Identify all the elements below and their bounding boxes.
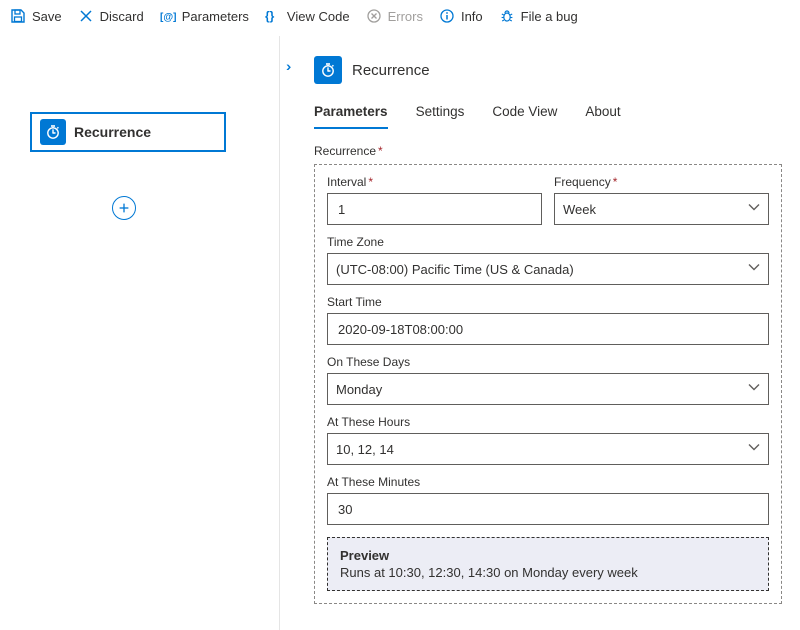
svg-text:[@]: [@] [160, 12, 176, 23]
discard-icon [78, 8, 94, 24]
info-icon [439, 8, 455, 24]
tab-settings[interactable]: Settings [416, 98, 465, 129]
discard-label: Discard [100, 9, 144, 24]
svg-text:{}: {} [265, 9, 275, 23]
interval-label: Interval* [327, 175, 542, 189]
frequency-select[interactable]: Week [554, 193, 769, 225]
save-label: Save [32, 9, 62, 24]
tab-parameters[interactable]: Parameters [314, 98, 388, 129]
chevron-down-icon [748, 442, 760, 457]
add-step-button[interactable] [112, 196, 136, 220]
timezone-label: Time Zone [327, 235, 769, 249]
recurrence-section: Interval* Frequency* Week [314, 164, 782, 604]
main-area: Recurrence ›› Recurrence Parameters Sett… [0, 36, 800, 630]
collapse-panel-button[interactable]: ›› [286, 58, 287, 74]
at-these-hours-label: At These Hours [327, 415, 769, 429]
panel-header: ›› Recurrence [314, 36, 782, 98]
info-label: Info [461, 9, 483, 24]
panel-icon [314, 56, 342, 84]
info-button[interactable]: Info [439, 8, 483, 24]
preview-box: Preview Runs at 10:30, 12:30, 14:30 on M… [327, 537, 769, 591]
save-button[interactable]: Save [10, 8, 62, 24]
panel-tabs: Parameters Settings Code View About [314, 98, 782, 130]
at-these-minutes-label: At These Minutes [327, 475, 769, 489]
toolbar: Save Discard [@] Parameters {} View Code… [0, 0, 800, 30]
save-icon [10, 8, 26, 24]
at-these-hours-select[interactable]: 10, 12, 14 [327, 433, 769, 465]
at-these-minutes-input[interactable] [327, 493, 769, 525]
on-these-days-select[interactable]: Monday [327, 373, 769, 405]
parameters-button[interactable]: [@] Parameters [160, 8, 249, 24]
parameters-icon: [@] [160, 8, 176, 24]
discard-button[interactable]: Discard [78, 8, 144, 24]
on-these-days-label: On These Days [327, 355, 769, 369]
errors-icon [366, 8, 382, 24]
chevron-down-icon [748, 262, 760, 277]
parameters-label: Parameters [182, 9, 249, 24]
bug-icon [499, 8, 515, 24]
start-time-input[interactable] [327, 313, 769, 345]
recurrence-node-icon [40, 119, 66, 145]
errors-button[interactable]: Errors [366, 8, 423, 24]
chevron-down-icon [748, 382, 760, 397]
tab-code-view[interactable]: Code View [492, 98, 557, 129]
recurrence-node-title: Recurrence [74, 124, 151, 140]
view-code-button[interactable]: {} View Code [265, 8, 350, 24]
interval-input[interactable] [327, 193, 542, 225]
frequency-label: Frequency* [554, 175, 769, 189]
preview-text: Runs at 10:30, 12:30, 14:30 on Monday ev… [340, 565, 756, 580]
start-time-label: Start Time [327, 295, 769, 309]
recurrence-node[interactable]: Recurrence [30, 112, 226, 152]
details-panel: ›› Recurrence Parameters Settings Code V… [280, 36, 800, 630]
file-bug-label: File a bug [521, 9, 578, 24]
code-icon: {} [265, 8, 281, 24]
preview-title: Preview [340, 548, 756, 563]
tab-about[interactable]: About [585, 98, 620, 129]
timezone-select[interactable]: (UTC-08:00) Pacific Time (US & Canada) [327, 253, 769, 285]
panel-title: Recurrence [352, 62, 430, 79]
file-bug-button[interactable]: File a bug [499, 8, 578, 24]
recurrence-section-label: Recurrence* [314, 144, 782, 158]
errors-label: Errors [388, 9, 423, 24]
view-code-label: View Code [287, 9, 350, 24]
chevron-down-icon [748, 202, 760, 217]
designer-canvas: Recurrence [0, 36, 280, 630]
